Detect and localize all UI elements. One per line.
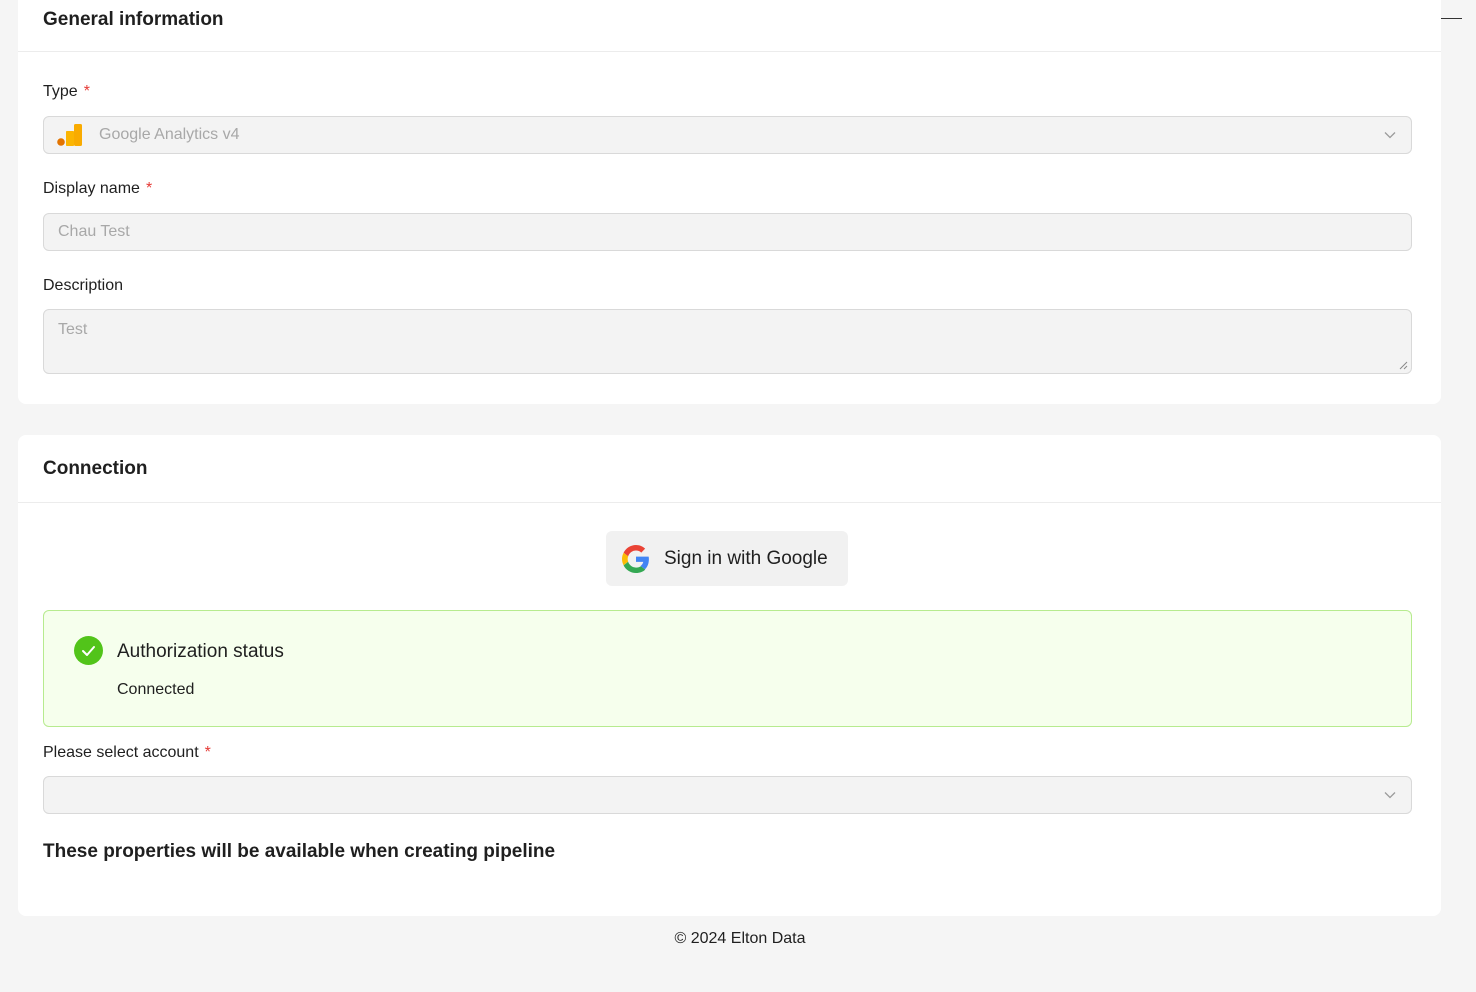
chevron-down-icon (1384, 792, 1396, 799)
required-mark: * (145, 180, 153, 197)
type-label-text: Type (43, 83, 78, 100)
authorization-status-alert: Authorization status Connected (43, 610, 1412, 727)
authorization-status-value: Connected (117, 681, 195, 698)
description-textarea[interactable]: Test (43, 309, 1412, 374)
google-analytics-icon (57, 124, 82, 146)
display-name-label-text: Display name (43, 180, 140, 197)
account-label: Please select account * (43, 744, 211, 762)
general-information-title: General information (43, 9, 224, 30)
sign-in-with-google-button[interactable]: Sign in with Google (606, 531, 848, 586)
connection-header: Connection (18, 435, 1441, 503)
general-information-card: General information Type * Google Analyti… (18, 0, 1441, 404)
footer: © 2024 Elton Data (18, 917, 1462, 960)
chevron-down-icon (1384, 132, 1396, 139)
type-select-value: Google Analytics v4 (99, 126, 240, 143)
authorization-status-title: Authorization status (117, 641, 284, 662)
connection-card: Connection Sign in with Google Authoriza… (18, 435, 1441, 916)
required-mark: * (83, 83, 90, 100)
sign-in-with-google-label: Sign in with Google (664, 547, 828, 569)
account-select[interactable] (43, 776, 1412, 814)
display-name-label: Display name * (43, 180, 152, 198)
general-information-header: General information (18, 0, 1441, 52)
type-select[interactable]: Google Analytics v4 (43, 116, 1412, 154)
properties-note: These properties will be available when … (43, 841, 556, 862)
description-label: Description (43, 277, 123, 295)
display-name-input[interactable]: Chau Test (43, 213, 1412, 251)
resize-handle-icon[interactable] (1398, 360, 1408, 370)
check-circle-icon (74, 636, 103, 665)
display-name-value: Chau Test (58, 223, 130, 240)
type-label: Type * (43, 83, 90, 101)
required-mark: * (204, 744, 211, 761)
account-label-text: Please select account (43, 744, 199, 761)
description-label-text: Description (43, 277, 124, 294)
google-g-icon (622, 544, 649, 573)
description-value: Test (58, 321, 88, 338)
connection-title: Connection (43, 458, 148, 479)
copyright-text: © 2024 Elton Data (674, 929, 806, 947)
